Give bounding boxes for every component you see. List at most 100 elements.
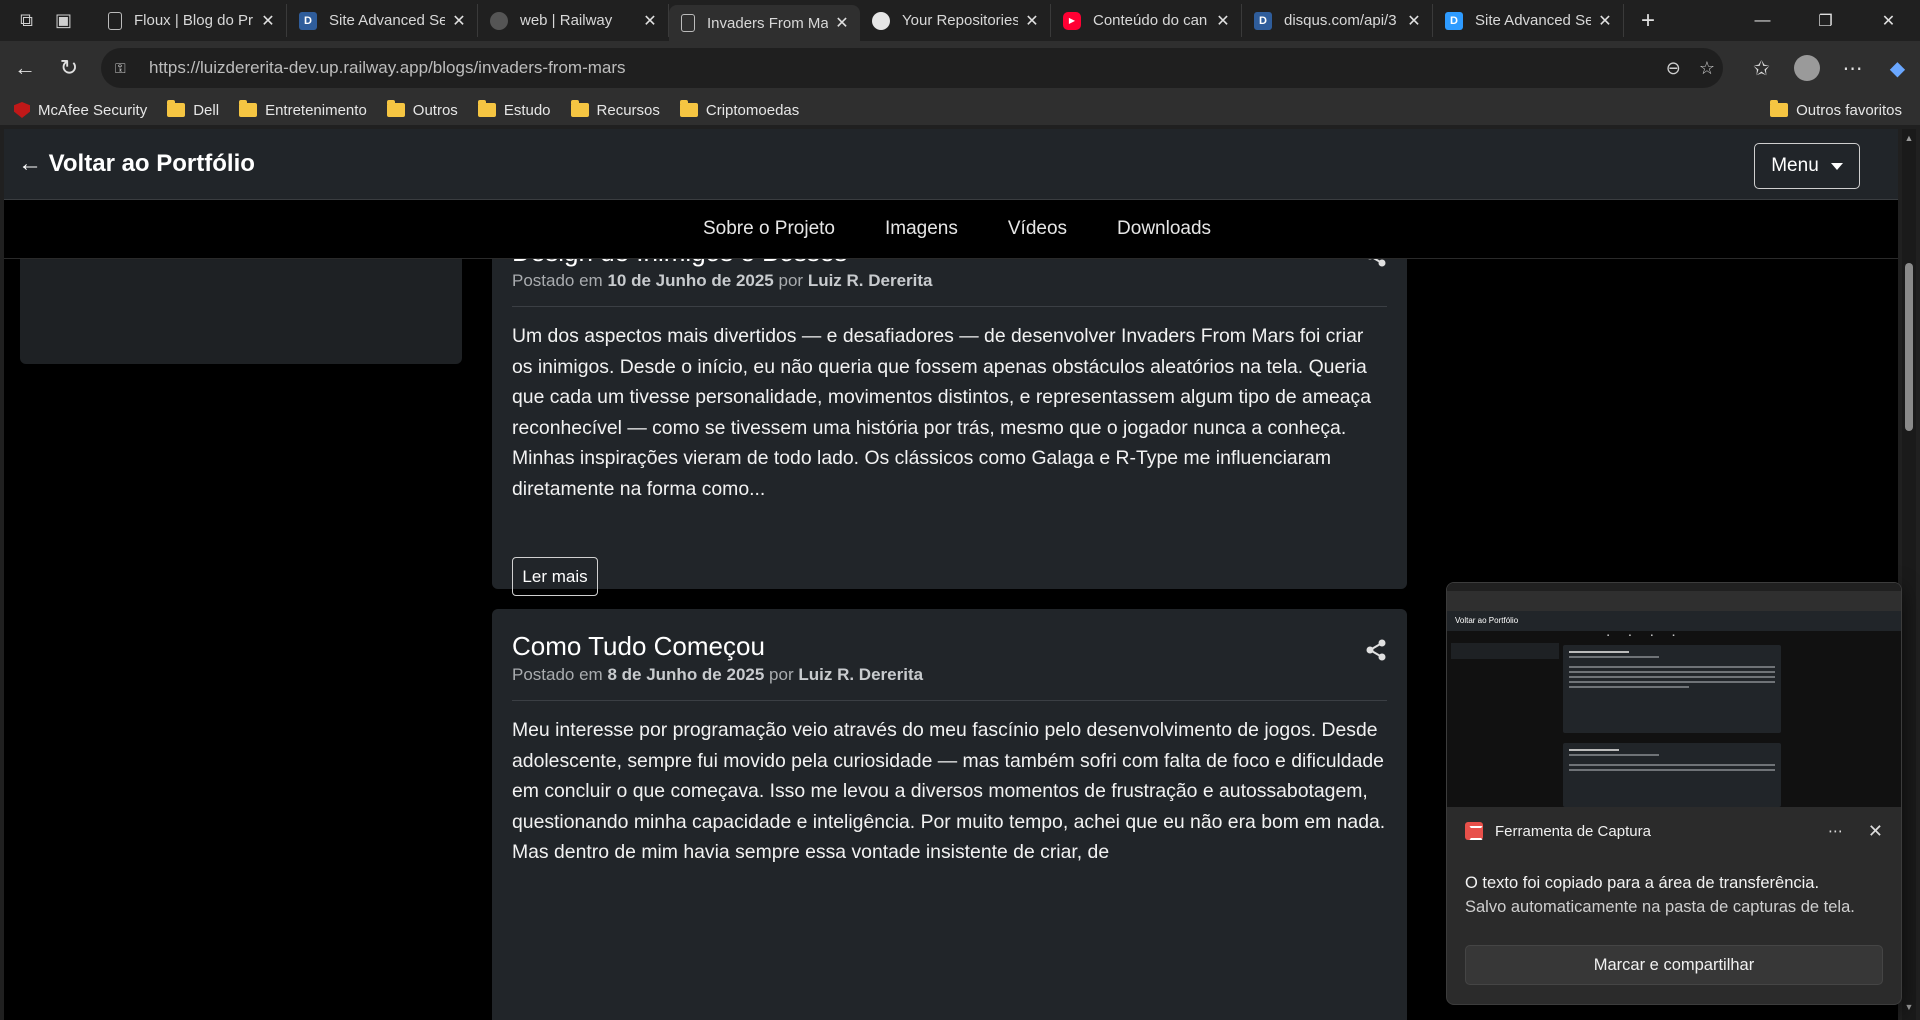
thumb-line: [1569, 749, 1619, 751]
reload-icon[interactable]: ↻: [49, 48, 89, 88]
post-card: Design de Inimigos e Bosses Postado em 1…: [492, 215, 1407, 649]
menu-button[interactable]: Menu: [1754, 143, 1860, 189]
bookmark-label: Entretenimento: [265, 101, 367, 119]
meta-by: por: [778, 271, 804, 290]
snip-header: Ferramenta de Captura ⋯ ✕: [1465, 819, 1883, 843]
read-more-button[interactable]: Ler mais: [512, 557, 598, 596]
thumb-line: [1569, 671, 1775, 673]
nav-link-videos[interactable]: Vídeos: [1008, 218, 1067, 240]
browser-toolbar: ← ↻ ⚿ https://luizdererita-dev.up.railwa…: [0, 41, 1920, 95]
thumb-toolbar: [1447, 591, 1901, 611]
url-host: https://luizdererita-dev.up.railway.app: [149, 58, 429, 77]
bookmark-folder[interactable]: Criptomoedas: [679, 100, 799, 119]
reading-mode-icon[interactable]: ⊖: [1666, 58, 1681, 79]
bookmark-folder[interactable]: Dell: [167, 100, 220, 119]
url-text[interactable]: https://luizdererita-dev.up.railway.app/…: [149, 58, 626, 78]
bookmark-folder[interactable]: Entretenimento: [239, 100, 367, 119]
menu-label: Menu: [1771, 155, 1819, 176]
browser-tab[interactable]: ▶ Conteúdo do can ✕: [1051, 4, 1242, 37]
post-card: Como Tudo Começou Postado em 8 de Junho …: [492, 609, 1407, 1020]
bookmark-label: Estudo: [503, 101, 551, 119]
favorite-star-icon[interactable]: ☆: [1699, 58, 1715, 79]
close-tab-icon[interactable]: ✕: [451, 11, 467, 31]
browser-tab[interactable]: web | Railway ✕: [478, 4, 669, 37]
close-tab-icon[interactable]: ✕: [1597, 11, 1613, 31]
vertical-tabs-icon[interactable]: ▣: [45, 2, 82, 39]
other-favorites-folder[interactable]: Outros favoritos: [1770, 100, 1902, 119]
folder-icon: [570, 100, 589, 117]
nav-link-downloads[interactable]: Downloads: [1117, 218, 1211, 240]
thumb-line: [1569, 651, 1629, 653]
post-author: Luiz R. Dererita: [807, 271, 933, 290]
more-options-icon[interactable]: ⋯: [1830, 48, 1875, 88]
maximize-icon[interactable]: ❐: [1794, 0, 1857, 41]
tab-title: Floux | Blog do Pr: [134, 12, 253, 29]
scrollbar-thumb[interactable]: [1905, 263, 1913, 431]
close-tab-icon[interactable]: ✕: [1024, 11, 1040, 31]
snipping-tool-icon: [1465, 822, 1483, 840]
nav-link-sobre[interactable]: Sobre o Projeto: [703, 218, 835, 240]
tab-title: Conteúdo do can: [1093, 12, 1208, 29]
github-icon: [872, 11, 890, 30]
mark-and-share-button[interactable]: Marcar e compartilhar: [1465, 945, 1883, 985]
d-icon: D: [1254, 11, 1272, 30]
meta-by: por: [769, 665, 794, 684]
snip-line-2: Salvo automaticamente na pasta de captur…: [1465, 898, 1855, 916]
bookmarks-bar: McAfee Security Dell Entretenimento Outr…: [0, 95, 1920, 125]
browser-tab[interactable]: D Site Advanced Se ✕: [287, 4, 478, 37]
post-meta: Postado em 8 de Junho de 2025 por Luiz R…: [512, 665, 923, 685]
thumb-line: [1569, 754, 1659, 756]
folder-icon: [477, 100, 496, 117]
browser-tab[interactable]: Floux | Blog do Pr ✕: [96, 4, 287, 37]
favorites-icon[interactable]: ✩: [1739, 48, 1784, 88]
meta-prefix: Postado em: [512, 665, 603, 684]
thumb-line: [1569, 769, 1775, 771]
browser-tab[interactable]: D disqus.com/api/3 ✕: [1242, 4, 1433, 37]
close-tab-icon[interactable]: ✕: [642, 11, 658, 31]
caret-down-icon: [1830, 162, 1843, 170]
browser-tab[interactable]: Your Repositories ✕: [860, 4, 1051, 37]
close-tab-icon[interactable]: ✕: [260, 11, 276, 31]
page-scrollbar[interactable]: ▲ ▼: [1902, 129, 1916, 1020]
back-to-portfolio-link[interactable]: ← Voltar ao Portfólio: [18, 150, 255, 178]
bookmark-folder[interactable]: Recursos: [570, 100, 660, 119]
share-icon[interactable]: [1365, 639, 1387, 661]
url-path: /blogs/invaders-from-mars: [428, 58, 626, 77]
post-date: 8 de Junho de 2025: [607, 665, 765, 684]
more-options-icon[interactable]: ⋯: [1828, 822, 1843, 840]
divider: [512, 700, 1387, 701]
bookmark-label: Outros: [412, 101, 458, 119]
scroll-up-icon[interactable]: ▲: [1902, 133, 1916, 147]
snip-line-1: O texto foi copiado para a área de trans…: [1465, 874, 1820, 892]
section-nav: Sobre o Projeto Imagens Vídeos Downloads: [4, 200, 1898, 259]
bookmark-folder[interactable]: Estudo: [477, 100, 551, 119]
close-tab-icon[interactable]: ✕: [1406, 11, 1422, 31]
site-info-icon[interactable]: ⚿: [115, 59, 133, 77]
scroll-down-icon[interactable]: ▼: [1902, 1002, 1916, 1016]
close-tab-icon[interactable]: ✕: [834, 13, 850, 33]
profile-avatar[interactable]: [1794, 55, 1820, 81]
close-window-icon[interactable]: ✕: [1857, 0, 1920, 41]
folder-icon: [386, 100, 405, 117]
thumb-card: [1563, 645, 1781, 733]
minimize-icon[interactable]: —: [1731, 0, 1794, 41]
copilot-icon[interactable]: ◆: [1875, 48, 1920, 88]
close-tab-icon[interactable]: ✕: [1215, 11, 1231, 31]
snip-app-name: Ferramenta de Captura: [1495, 822, 1651, 840]
back-arrow-icon[interactable]: ←: [5, 48, 45, 88]
screenshot-thumbnail[interactable]: Voltar ao Portfólio ▪ ▪ ▪ ▪: [1447, 583, 1901, 807]
nav-link-imagens[interactable]: Imagens: [885, 218, 958, 240]
folder-icon: [679, 100, 698, 117]
close-icon[interactable]: ✕: [1868, 821, 1883, 842]
workspaces-icon[interactable]: ⧉: [8, 2, 45, 39]
bookmark-folder[interactable]: Outros: [386, 100, 458, 119]
bookmark-label: Dell: [193, 101, 220, 119]
new-tab-icon[interactable]: +: [1630, 3, 1666, 39]
browser-tab[interactable]: D Site Advanced Se ✕: [1433, 4, 1624, 37]
thumb-card: [1563, 743, 1781, 807]
address-bar[interactable]: ⚿ https://luizdererita-dev.up.railway.ap…: [101, 48, 1723, 88]
post-title[interactable]: Como Tudo Começou: [512, 631, 765, 662]
mcafee-icon: [14, 102, 30, 118]
bookmark-item[interactable]: McAfee Security: [14, 102, 147, 119]
browser-tab-active[interactable]: Invaders From Ma ✕: [669, 5, 860, 41]
